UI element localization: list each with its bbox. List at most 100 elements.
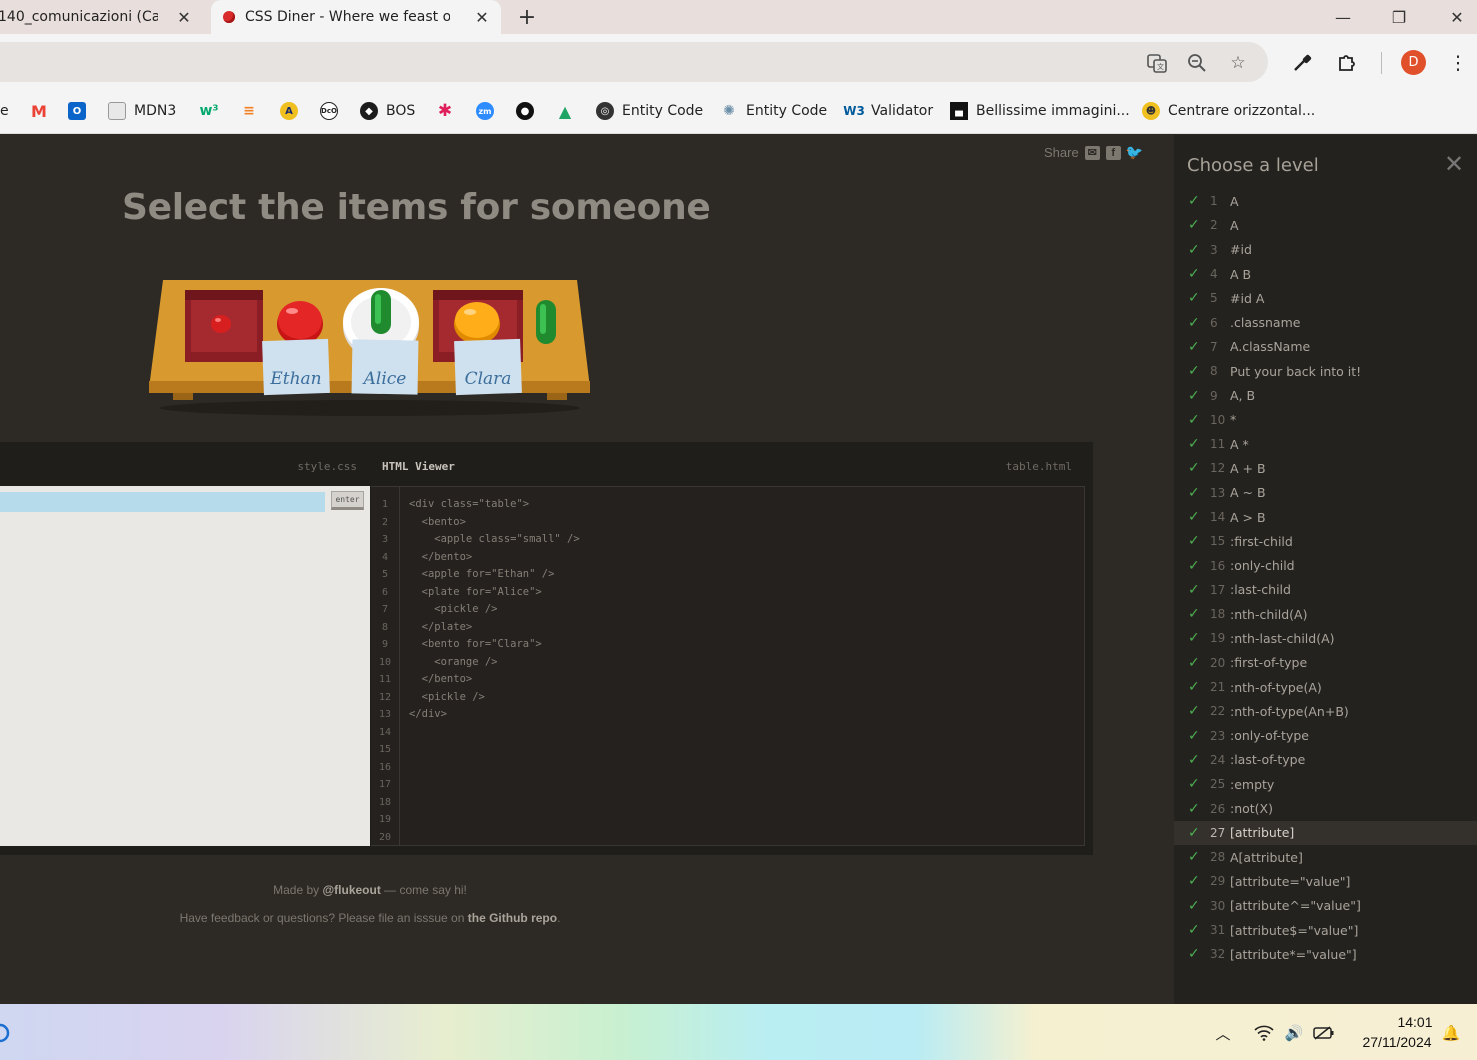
level-item-32[interactable]: ✓ 32 [attribute*="value"]: [1174, 942, 1477, 966]
clock-date[interactable]: 27/11/2024: [1352, 1034, 1442, 1050]
code-line[interactable]: <plate for="Alice">: [409, 584, 580, 602]
level-item-10[interactable]: ✓ 10 *: [1174, 408, 1477, 432]
level-item-7[interactable]: ✓ 7 A.className: [1174, 335, 1477, 359]
level-item-20[interactable]: ✓ 20:first-of-type: [1174, 651, 1477, 675]
clock-time[interactable]: 14:01: [1390, 1014, 1440, 1030]
bookmark-centrare[interactable]: ☻ Centrare orizzontal...: [1142, 100, 1315, 122]
level-item-18[interactable]: ✓ 18:nth-child(A): [1174, 602, 1477, 626]
code-line[interactable]: <apple for="Ethan" />: [409, 566, 580, 584]
code-line[interactable]: <bento for="Clara">: [409, 636, 580, 654]
email-icon[interactable]: ✉: [1084, 145, 1100, 160]
level-item-24[interactable]: ✓ 24:last-of-type: [1174, 748, 1477, 772]
bookmark-outlook[interactable]: O: [68, 100, 94, 122]
address-bar[interactable]: 文 ☆: [0, 42, 1268, 82]
bookmark-unsplash[interactable]: ▄ Bellissime immagini...: [950, 100, 1130, 122]
code-line[interactable]: <orange />: [409, 654, 580, 672]
bookmark-deco[interactable]: DcO: [320, 100, 346, 122]
level-item-6[interactable]: ✓ 6 .classname: [1174, 310, 1477, 334]
bookmark-arduino[interactable]: A: [280, 100, 306, 122]
level-item-2[interactable]: ✓ 2 A: [1174, 213, 1477, 237]
bookmark-drive[interactable]: ▲: [556, 100, 582, 122]
browser-tab-css-diner[interactable]: CSS Diner - Where we feast on ✕: [211, 0, 501, 34]
bookmark-bos[interactable]: ◆ BOS: [360, 100, 415, 122]
battery-icon[interactable]: [1313, 1022, 1335, 1044]
bookmark-entity-code-1[interactable]: ◎ Entity Code: [596, 100, 703, 122]
bookmark-entity-code-2[interactable]: ✺ Entity Code: [720, 100, 827, 122]
zoom-icon[interactable]: [1186, 52, 1208, 74]
code-line[interactable]: </div>: [409, 706, 580, 724]
browser-tab-comunicazioni[interactable]: 140_comunicazioni (Can ✕: [0, 0, 210, 34]
level-item-1[interactable]: ✓ 1 A: [1174, 189, 1477, 213]
bookmark-stackoverflow[interactable]: ≡: [240, 100, 266, 122]
level-item-16[interactable]: ✓ 16:only-child: [1174, 553, 1477, 577]
close-window-icon[interactable]: ✕: [1434, 0, 1477, 34]
level-item-11[interactable]: ✓ 11 A *: [1174, 432, 1477, 456]
author-link[interactable]: @flukeout: [322, 883, 380, 897]
level-item-8[interactable]: ✓ 8 Put your back into it!: [1174, 359, 1477, 383]
level-item-17[interactable]: ✓ 17:last-child: [1174, 578, 1477, 602]
enter-button[interactable]: enter: [331, 491, 364, 510]
level-item-21[interactable]: ✓ 21:nth-of-type(A): [1174, 675, 1477, 699]
code-line[interactable]: <div class="table">: [409, 496, 580, 514]
bookmark-label: BOS: [386, 103, 416, 119]
restore-window-icon[interactable]: ❐: [1376, 0, 1422, 34]
line-number: 4: [381, 551, 389, 563]
menu-kebab-icon[interactable]: ⋮: [1446, 51, 1470, 75]
github-repo-link[interactable]: the Github repo: [468, 911, 557, 925]
level-item-23[interactable]: ✓ 23:only-of-type: [1174, 724, 1477, 748]
facebook-icon[interactable]: f: [1105, 145, 1121, 160]
chevron-up-icon[interactable]: ︿: [1213, 1022, 1233, 1044]
bookmark-truncated[interactable]: e: [0, 100, 9, 122]
extensions-icon[interactable]: [1335, 51, 1359, 75]
level-item-25[interactable]: ✓ 25:empty: [1174, 772, 1477, 796]
minimize-window-icon[interactable]: —: [1320, 0, 1366, 34]
level-item-13[interactable]: ✓ 13 A ~ B: [1174, 481, 1477, 505]
volume-icon[interactable]: 🔊: [1283, 1022, 1305, 1044]
bookmark-validator[interactable]: W3 Validator: [843, 100, 933, 122]
code-line[interactable]: <apple class="small" />: [409, 531, 579, 549]
bookmark-w3schools[interactable]: w³: [199, 100, 226, 122]
bookmark-mdn3[interactable]: MDN3: [108, 100, 176, 122]
level-item-3[interactable]: ✓ 3 #id: [1174, 238, 1477, 262]
level-item-19[interactable]: ✓ 19:nth-last-child(A): [1174, 626, 1477, 650]
level-item-15[interactable]: ✓ 15:first-child: [1174, 529, 1477, 553]
level-item-12[interactable]: ✓ 12 A + B: [1174, 456, 1477, 480]
bookmark-star-icon[interactable]: ☆: [1227, 52, 1249, 74]
close-tab-icon[interactable]: ✕: [473, 8, 491, 27]
level-item-27[interactable]: ✓ 27 [attribute]: [1174, 820, 1477, 846]
level-item-28[interactable]: ✓ 28 A[attribute]: [1174, 845, 1477, 869]
level-item-5[interactable]: ✓ 5 #id A: [1174, 286, 1477, 310]
code-line[interactable]: <pickle />: [409, 601, 580, 619]
wifi-icon[interactable]: [1253, 1022, 1275, 1044]
code-line[interactable]: </bento>: [409, 549, 580, 567]
css-selector-input[interactable]: [0, 492, 325, 512]
bookmark-zoom[interactable]: zm: [476, 100, 502, 122]
level-label: [attribute*="value"]: [1230, 946, 1357, 962]
code-line[interactable]: <bento>: [409, 514, 580, 532]
level-item-29[interactable]: ✓ 29 [attribute="value"]: [1174, 869, 1477, 893]
level-item-22[interactable]: ✓ 22:nth-of-type(An+B): [1174, 699, 1477, 723]
level-item-9[interactable]: ✓ 9 A, B: [1174, 383, 1477, 407]
code-line[interactable]: <pickle />: [409, 689, 580, 707]
bookmark-slack[interactable]: ✱: [436, 100, 462, 122]
share-label: Share: [1044, 145, 1079, 160]
code-line[interactable]: </plate>: [409, 619, 580, 637]
close-icon[interactable]: ✕: [1442, 152, 1466, 177]
level-item-4[interactable]: ✓ 4 A B: [1174, 262, 1477, 286]
level-item-30[interactable]: ✓ 30 [attribute^="value"]: [1174, 894, 1477, 918]
notification-bell-icon[interactable]: 🔔: [1441, 1022, 1461, 1044]
new-tab-button[interactable]: +: [515, 0, 539, 34]
twitter-icon[interactable]: 🐦: [1125, 144, 1142, 160]
eyedropper-icon[interactable]: [1290, 51, 1314, 75]
close-tab-icon[interactable]: ✕: [175, 8, 193, 27]
apple-icon: [277, 301, 323, 345]
translate-icon[interactable]: 文: [1146, 52, 1168, 74]
code-line[interactable]: </bento>: [409, 671, 580, 689]
profile-avatar[interactable]: D: [1401, 50, 1426, 75]
level-item-26[interactable]: ✓ 26:not(X): [1174, 796, 1477, 820]
level-item-14[interactable]: ✓ 14 A > B: [1174, 505, 1477, 529]
bookmark-github[interactable]: ●: [516, 100, 542, 122]
level-item-31[interactable]: ✓ 31 [attribute$="value"]: [1174, 918, 1477, 942]
taskbar-app-icon[interactable]: [0, 1022, 10, 1044]
bookmark-gmail[interactable]: M: [30, 100, 56, 122]
